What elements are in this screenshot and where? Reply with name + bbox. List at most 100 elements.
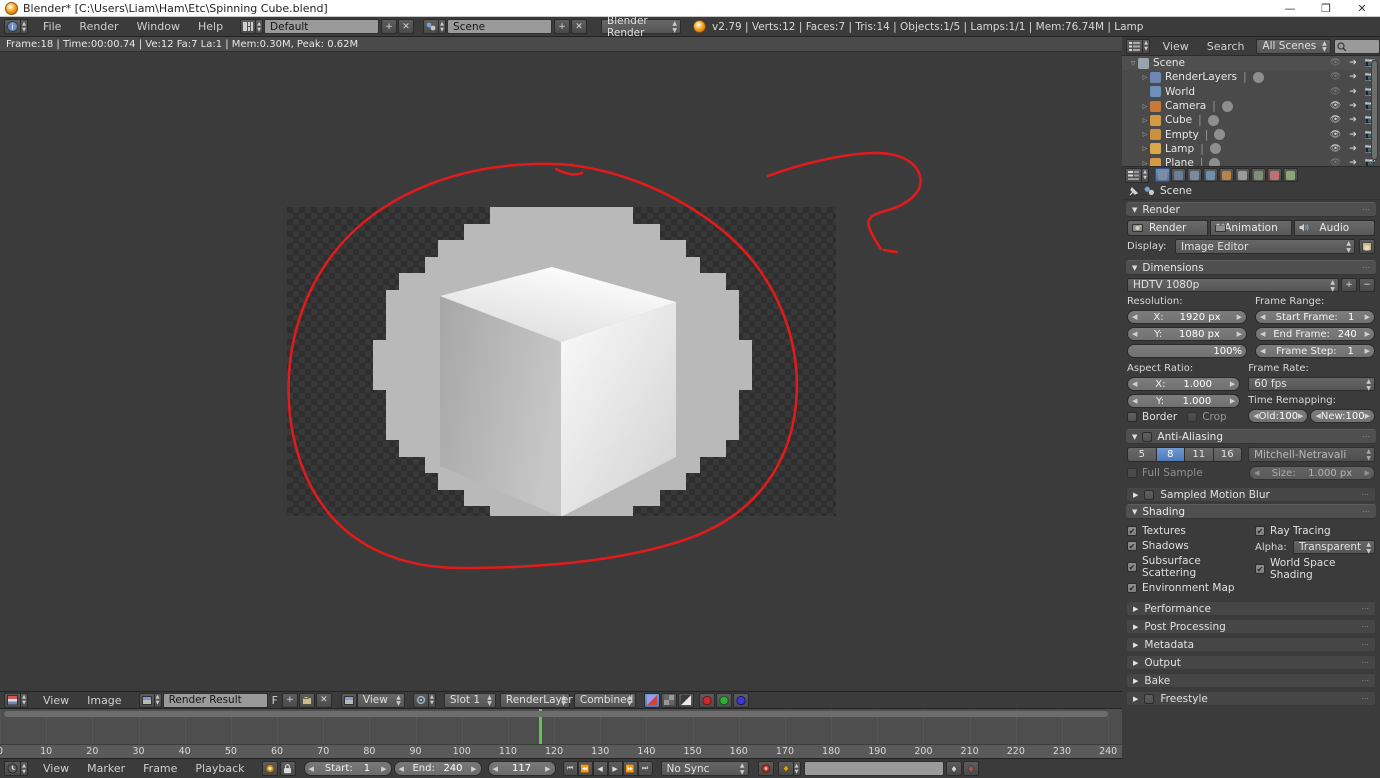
prev-keyframe-button[interactable]: ⏪ xyxy=(577,761,593,776)
menu-file[interactable]: File xyxy=(34,17,70,36)
timeline-menu-view[interactable]: View xyxy=(34,759,78,778)
properties-tab-texture[interactable] xyxy=(1283,168,1298,182)
shading-raytracing-row[interactable]: ✔ Ray Tracing xyxy=(1255,525,1375,537)
editor-type-selector-image[interactable]: ▲ ▼ xyxy=(4,692,28,708)
properties-tab-world[interactable] xyxy=(1203,168,1218,182)
render-pass-dropdown[interactable]: Combined ▲ ▼ xyxy=(573,692,636,708)
insert-keyframe-icon[interactable] xyxy=(945,761,962,776)
delete-keyframe-icon[interactable] xyxy=(962,761,979,776)
antialiasing-sample-16[interactable]: 16 xyxy=(1212,447,1242,462)
aspect-y-field[interactable]: ◀ Y: 1.000 ▶ xyxy=(1127,394,1241,408)
keying-set-icon[interactable] xyxy=(777,761,794,776)
outliner-expander-icon[interactable]: ▷ xyxy=(1140,117,1150,124)
outliner-row-plane[interactable]: ▷ Plane | 👁 ➔ 📷 xyxy=(1122,156,1380,166)
outliner-row-toggles[interactable]: 👁➔📷 xyxy=(1330,85,1376,99)
properties-editor-type-spinner[interactable]: ▲ ▼ xyxy=(1142,167,1149,183)
environment-map-checkbox[interactable]: ✔ xyxy=(1127,583,1137,593)
outliner-row-empty[interactable]: ▷Empty|👁➔📷 xyxy=(1122,127,1380,141)
shadows-checkbox[interactable]: ✔ xyxy=(1127,541,1137,551)
constraint-icon[interactable] xyxy=(1214,129,1226,141)
minimize-button[interactable]: — xyxy=(1272,0,1308,17)
outliner-row-toggles[interactable]: 👁➔📷 xyxy=(1330,156,1376,166)
jump-to-end-button[interactable]: ⏭ xyxy=(637,761,653,776)
selectability-cursor-icon[interactable]: ➔ xyxy=(1349,158,1357,166)
mesh-data-icon[interactable] xyxy=(1209,157,1221,166)
image-editor-type-spinner[interactable]: ▲ ▼ xyxy=(21,692,28,708)
open-image-button[interactable] xyxy=(298,692,315,708)
ray-tracing-checkbox[interactable]: ✔ xyxy=(1255,526,1265,536)
new-image-button[interactable]: + xyxy=(281,692,298,708)
properties-tab-render-layers[interactable] xyxy=(1171,168,1186,182)
panel-header-performance[interactable]: ▶ Performance ⋯ xyxy=(1126,601,1376,616)
panel-header-antialiasing[interactable]: ▼ Anti-Aliasing ⋯ xyxy=(1126,429,1376,444)
pivot-icon[interactable] xyxy=(412,692,429,708)
resolution-percentage-field[interactable]: 100% xyxy=(1127,344,1247,358)
shading-worldspace-row[interactable]: ✔ World Space Shading xyxy=(1255,557,1375,581)
screen-layout-field[interactable]: Default xyxy=(264,19,380,34)
close-button[interactable]: ✕ xyxy=(1344,0,1380,17)
render-engine-dropdown[interactable]: Blender Render ▲ ▼ xyxy=(601,15,682,39)
color-and-alpha-icon[interactable] xyxy=(643,692,660,708)
keying-set-field[interactable] xyxy=(803,761,944,776)
unlink-image-button[interactable]: ✕ xyxy=(315,692,332,708)
render-slot-dropdown[interactable]: Slot 1 ▲ ▼ xyxy=(443,692,496,708)
antialiasing-size-field[interactable]: ◀ Size: 1.000 px ▶ xyxy=(1249,466,1375,480)
render-layer-dropdown[interactable]: RenderLayer ▲ ▼ xyxy=(499,692,573,708)
record-dot-icon[interactable] xyxy=(757,761,774,776)
display-mode-dropdown[interactable]: Image Editor ▲ ▼ xyxy=(1175,239,1355,254)
shading-envmap-row[interactable]: ✔ Environment Map xyxy=(1127,582,1247,594)
image-menu-image[interactable]: Image xyxy=(78,691,130,710)
outliner-row-toggles[interactable]: 👁➔📷 xyxy=(1330,56,1376,70)
editor-type-selector-info[interactable]: i ▲ ▼ xyxy=(4,19,28,34)
frame-end-field[interactable]: ◀ End: 240 ▶ xyxy=(393,761,482,776)
crop-checkbox[interactable] xyxy=(1187,412,1198,422)
frame-step-field[interactable]: ◀ Frame Step: 1 ▶ xyxy=(1255,344,1375,358)
subsurface-scattering-checkbox[interactable]: ✔ xyxy=(1127,562,1137,572)
properties-tab-scene[interactable] xyxy=(1187,168,1202,182)
timeline-horizontal-scrollbar[interactable] xyxy=(4,711,1108,717)
time-remap-old-field[interactable]: ◀ Old: 100 ▶ xyxy=(1248,409,1309,423)
alpha-mode-dropdown[interactable]: Transparent ▲ ▼ xyxy=(1293,540,1375,554)
editor-type-selector-outliner[interactable]: ▲ ▼ xyxy=(1126,38,1150,54)
antialiasing-sample-5[interactable]: 5 xyxy=(1127,447,1156,462)
properties-tab-material[interactable] xyxy=(1267,168,1282,182)
outliner-row-lamp[interactable]: ▷Lamp|👁➔📷 xyxy=(1122,142,1380,156)
outliner-row-camera[interactable]: ▷Camera|👁➔📷 xyxy=(1122,99,1380,113)
resolution-preset-dropdown[interactable]: HDTV 1080p ▲ ▼ xyxy=(1127,278,1339,292)
outliner-row-world[interactable]: World👁➔📷 xyxy=(1122,85,1380,99)
end-frame-field[interactable]: ◀ End Frame: 240 ▶ xyxy=(1255,327,1375,341)
antialiasing-sample-8[interactable]: 8 xyxy=(1155,447,1184,462)
panel-header-motion-blur[interactable]: ▶ Sampled Motion Blur ⋯ xyxy=(1126,487,1376,502)
remove-preset-button[interactable]: − xyxy=(1359,278,1375,292)
add-scene-button[interactable]: + xyxy=(554,19,571,34)
image-menu-view[interactable]: View xyxy=(34,691,78,710)
outliner-row-cube[interactable]: ▷Cube|👁➔📷 xyxy=(1122,113,1380,127)
render-audio-button[interactable]: Audio xyxy=(1293,220,1375,236)
current-frame-field[interactable]: ◀ 117 ▶ xyxy=(487,761,556,776)
render-still-button[interactable]: Render xyxy=(1127,220,1209,236)
image-name-field[interactable]: Render Result xyxy=(162,692,268,708)
visibility-eye-icon[interactable]: 👁 xyxy=(1330,158,1341,166)
outliner-expander-icon[interactable]: ▷ xyxy=(1140,131,1150,138)
channel-red-icon[interactable] xyxy=(698,692,715,708)
render-layer-icon[interactable] xyxy=(1252,71,1264,83)
selectability-cursor-icon[interactable]: ➔ xyxy=(1349,144,1357,154)
lock-icon[interactable] xyxy=(279,761,296,776)
panel-header-metadata[interactable]: ▶ Metadata ⋯ xyxy=(1126,637,1376,652)
zbuffer-icon[interactable] xyxy=(677,692,694,708)
outliner-row-toggles[interactable]: 👁➔📷 xyxy=(1330,70,1376,84)
outliner-expander-icon[interactable]: ▷ xyxy=(1140,103,1150,110)
selectability-cursor-icon[interactable]: ➔ xyxy=(1349,130,1357,140)
full-sample-checkbox[interactable] xyxy=(1127,468,1137,478)
image-view-mode-dropdown[interactable]: View ▲ ▼ xyxy=(356,692,405,708)
outliner-expander-icon[interactable]: ▷ xyxy=(1140,145,1150,152)
outliner-expander-icon[interactable]: ▷ xyxy=(1140,74,1150,81)
properties-tab-constraints[interactable] xyxy=(1235,168,1250,182)
outliner-menu-search[interactable]: Search xyxy=(1198,37,1254,56)
world-space-shading-checkbox[interactable]: ✔ xyxy=(1255,564,1265,574)
outliner-display-mode-dropdown[interactable]: All Scenes ▲ ▼ xyxy=(1256,38,1331,54)
auto-keyframe-icon[interactable] xyxy=(261,761,278,776)
outliner-expander-icon[interactable]: ▽ xyxy=(1128,60,1138,67)
shading-sss-row[interactable]: ✔ Subsurface Scattering xyxy=(1127,555,1247,579)
panel-header-post-processing[interactable]: ▶ Post Processing ⋯ xyxy=(1126,619,1376,634)
